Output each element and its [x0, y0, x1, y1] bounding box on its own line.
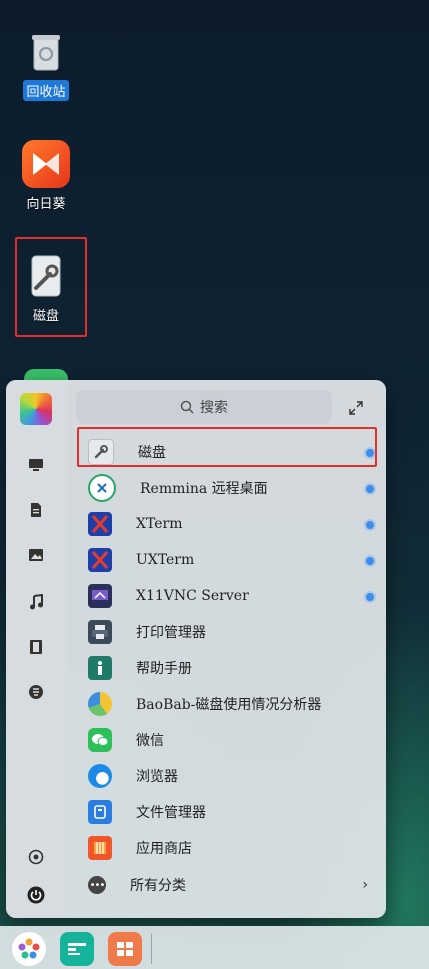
- music-icon[interactable]: [26, 592, 46, 612]
- baobab-icon: [88, 692, 112, 716]
- app-item-xterm[interactable]: XTerm: [76, 506, 376, 542]
- power-icon[interactable]: [26, 885, 46, 905]
- sunlogin-label: 向日葵: [26, 197, 66, 212]
- printer-icon: [88, 620, 112, 644]
- app-item-uxterm[interactable]: UXTerm: [76, 542, 376, 578]
- remmina-icon: [88, 474, 116, 502]
- search-placeholder: 搜索: [200, 400, 228, 416]
- document-icon[interactable]: [26, 500, 46, 520]
- app-name: 帮助手册: [136, 661, 192, 677]
- menu-sidebar: [6, 380, 66, 918]
- new-app-dot: [366, 593, 374, 601]
- app-name: UXTerm: [136, 552, 195, 568]
- taskbar: [0, 926, 429, 969]
- app-item-remmina[interactable]: Remmina 远程桌面: [76, 470, 376, 506]
- trash-icon: [22, 28, 70, 76]
- app-item-help[interactable]: 帮助手册: [76, 650, 376, 686]
- uxterm-icon: [88, 548, 112, 572]
- more-dots-icon: •••: [88, 876, 106, 894]
- video-icon[interactable]: [26, 637, 46, 657]
- all-categories-button[interactable]: ••• 所有分类 ›: [76, 872, 376, 898]
- new-app-dot: [366, 521, 374, 529]
- x11vnc-icon: [88, 584, 112, 608]
- user-avatar[interactable]: [20, 393, 52, 425]
- app-name: X11VNC Server: [136, 588, 249, 604]
- menu-disk-highlight: [77, 427, 377, 467]
- start-menu: 搜索 磁盘 Remmina 远程桌面 XTerm UXTerm X11VNC S…: [6, 380, 386, 918]
- app-name: 微信: [136, 733, 164, 749]
- app-name: 打印管理器: [136, 625, 206, 641]
- desktop-disk-highlight: [15, 237, 87, 337]
- start-menu-icon[interactable]: [12, 932, 46, 966]
- settings-icon[interactable]: [26, 847, 46, 867]
- sunlogin-icon: [22, 140, 70, 188]
- file-manager-icon: [88, 800, 112, 824]
- help-icon: [88, 656, 112, 680]
- picture-icon[interactable]: [26, 545, 46, 565]
- app-name: 浏览器: [136, 769, 178, 785]
- chevron-right-icon: ›: [362, 877, 368, 893]
- app-item-browser[interactable]: 浏览器: [76, 758, 376, 794]
- download-icon[interactable]: [26, 682, 46, 702]
- app-store-icon: [88, 836, 112, 860]
- desktop-icon-sunlogin[interactable]: 向日葵: [10, 140, 82, 213]
- fullscreen-expand-icon[interactable]: [348, 400, 364, 416]
- app-name: Remmina 远程桌面: [140, 481, 268, 497]
- app-name: 应用商店: [136, 841, 192, 857]
- wechat-icon: [88, 728, 112, 752]
- app-item-file-manager[interactable]: 文件管理器: [76, 794, 376, 830]
- computer-icon[interactable]: [26, 455, 46, 475]
- xterm-icon: [88, 512, 112, 536]
- new-app-dot: [366, 485, 374, 493]
- browser-icon: [88, 764, 112, 788]
- app-name: XTerm: [136, 516, 183, 532]
- app-item-wechat[interactable]: 微信: [76, 722, 376, 758]
- app-item-baobab[interactable]: BaoBab-磁盘使用情况分析器: [76, 686, 376, 722]
- app-name: BaoBab-磁盘使用情况分析器: [136, 697, 322, 713]
- trash-label: 回收站: [23, 80, 69, 101]
- app-item-printer[interactable]: 打印管理器: [76, 614, 376, 650]
- new-app-dot: [366, 557, 374, 565]
- app-item-x11vnc[interactable]: X11VNC Server: [76, 578, 376, 614]
- multitask-icon[interactable]: [60, 932, 94, 966]
- app-item-app-store[interactable]: 应用商店: [76, 830, 376, 866]
- app-name: 文件管理器: [136, 805, 206, 821]
- taskbar-divider: [151, 934, 152, 964]
- workspace-icon[interactable]: [108, 932, 142, 966]
- desktop-icon-trash[interactable]: 回收站: [10, 28, 82, 101]
- search-input[interactable]: 搜索: [76, 390, 332, 424]
- all-categories-label: 所有分类: [130, 878, 186, 894]
- search-icon: [180, 400, 194, 414]
